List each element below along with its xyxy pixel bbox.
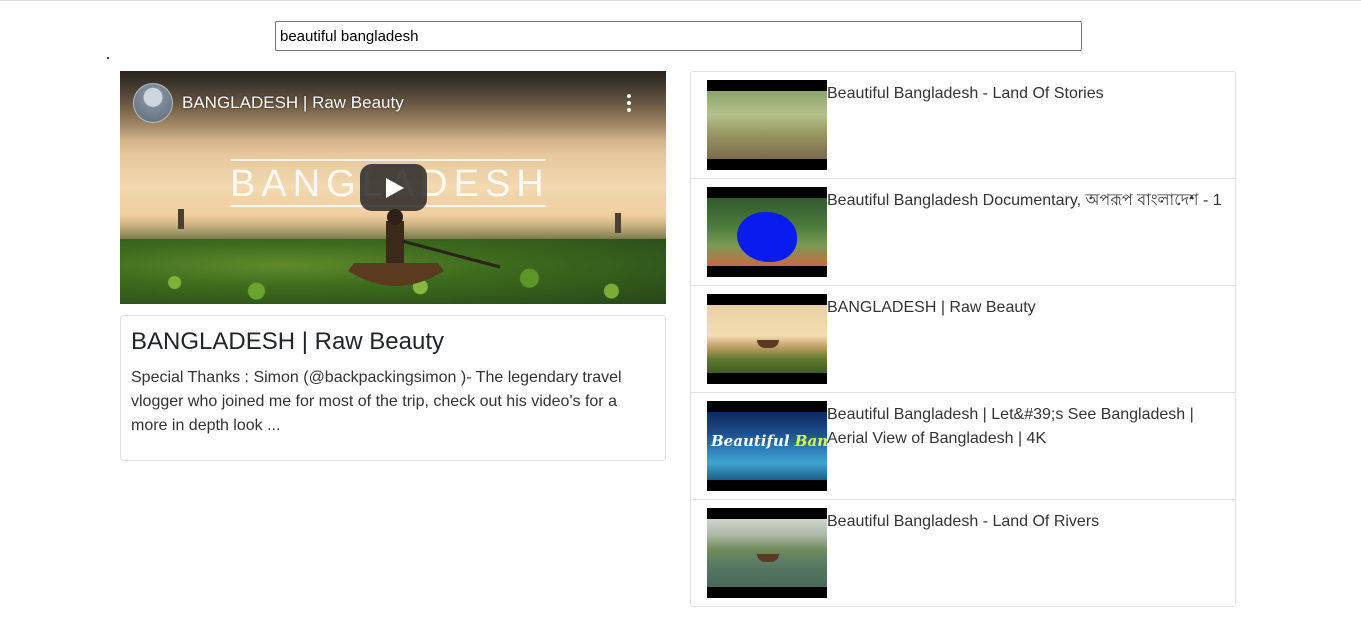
channel-avatar[interactable]	[133, 83, 173, 123]
video-title: BANGLADESH | Raw Beauty	[131, 328, 445, 355]
video-description-card: BANGLADESH | Raw Beauty Special Thanks :…	[120, 315, 666, 461]
stray-dot	[107, 57, 109, 59]
thumbnail-caption: Beautiful Bangladesh	[711, 432, 827, 450]
top-divider	[0, 0, 1361, 1]
thumbnail-image	[707, 519, 827, 587]
scribble-mark	[737, 212, 797, 262]
search-input[interactable]	[275, 21, 1082, 51]
play-icon	[386, 178, 404, 198]
result-title[interactable]: Beautiful Bangladesh - Land Of Stories	[827, 82, 1223, 106]
thumbnail-caption-accent: Bangladesh	[794, 432, 827, 450]
thumbnail-image: Beautiful Bangladesh	[707, 412, 827, 480]
result-item[interactable]: Beautiful Bangladesh Beautiful Banglades…	[690, 392, 1236, 500]
video-thumbnail[interactable]	[707, 294, 827, 384]
result-title[interactable]: Beautiful Bangladesh - Land Of Rivers	[827, 510, 1223, 534]
video-thumbnail[interactable]	[707, 187, 827, 277]
thumbnail-caption-main: Beautiful	[711, 432, 790, 450]
overlay-rule-top	[230, 159, 546, 161]
result-item[interactable]: Beautiful Bangladesh Documentary, অপরূপ …	[690, 178, 1236, 286]
video-player[interactable]: BANGLADESH BANGLADESH | Raw Beauty	[120, 71, 666, 304]
result-item[interactable]: Beautiful Bangladesh - Land Of Stories	[690, 71, 1236, 179]
result-title[interactable]: BANGLADESH | Raw Beauty	[827, 296, 1223, 320]
player-video-title[interactable]: BANGLADESH | Raw Beauty	[182, 93, 404, 113]
boat-shape	[757, 340, 779, 348]
result-item[interactable]: Beautiful Bangladesh - Land Of Rivers	[690, 499, 1236, 607]
video-thumbnail[interactable]	[707, 80, 827, 170]
thumbnail-image	[707, 305, 827, 373]
play-button[interactable]	[360, 164, 427, 211]
result-item[interactable]: BANGLADESH | Raw Beauty	[690, 285, 1236, 393]
thumbnail-image	[707, 91, 827, 159]
video-thumbnail[interactable]	[707, 508, 827, 598]
results-list: Beautiful Bangladesh - Land Of Stories B…	[690, 71, 1236, 607]
result-title[interactable]: Beautiful Bangladesh | Let&#39;s See Ban…	[827, 403, 1223, 451]
video-thumbnail[interactable]: Beautiful Bangladesh	[707, 401, 827, 491]
result-title[interactable]: Beautiful Bangladesh Documentary, অপরূপ …	[827, 189, 1223, 213]
more-options-icon[interactable]	[620, 91, 638, 117]
boat-shape	[757, 554, 779, 562]
thumbnail-image	[707, 198, 827, 266]
video-description: Special Thanks : Simon (@backpackingsimo…	[131, 369, 622, 434]
